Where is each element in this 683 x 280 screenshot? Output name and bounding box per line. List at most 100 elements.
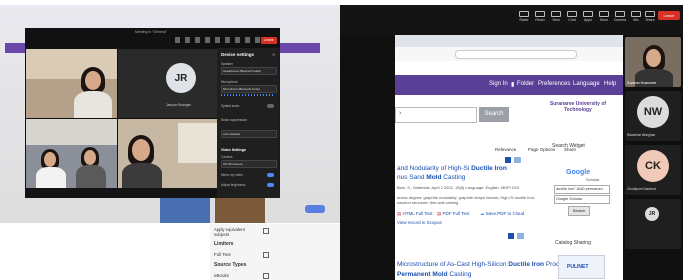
checkbox-apply[interactable] xyxy=(263,228,269,234)
widget-search-button[interactable]: Search xyxy=(568,206,590,216)
apply-equivalent-subjects[interactable]: Apply equivalent subjects xyxy=(214,227,260,237)
source-ebooks[interactable]: eBooks xyxy=(214,273,229,278)
toolbar-item-raise[interactable]: Raise xyxy=(518,11,530,22)
participant-name: Jatupon Ruangsri xyxy=(166,103,191,107)
limiter-full-text[interactable]: Full Text xyxy=(214,252,231,257)
folder-icon: ▮ xyxy=(511,82,515,88)
participant-face xyxy=(84,150,96,165)
folder-icon-result[interactable] xyxy=(514,157,521,163)
participant-tile-jr-right[interactable]: JR xyxy=(625,199,681,249)
hand-icon xyxy=(519,11,529,17)
grid-icon xyxy=(551,11,561,17)
checkbox-full-text[interactable] xyxy=(263,252,269,258)
sort-relevance[interactable]: Relevance xyxy=(495,147,516,152)
mirror-video-label: Mirror my video xyxy=(221,173,243,177)
toolbar-item-react[interactable]: React xyxy=(534,11,546,22)
spatial-audio-label: Spatial audio xyxy=(221,104,240,108)
mirror-video-toggle[interactable] xyxy=(267,173,274,177)
tile-wall xyxy=(26,119,118,145)
participant-face xyxy=(646,49,661,67)
apps-icon xyxy=(583,11,593,17)
filters-panel: Apply equivalent subjects Limiters Full … xyxy=(210,224,340,280)
result-title-1[interactable]: and Nodularity of High-Si Ductile Iron xyxy=(397,165,507,172)
toolbar-item-view[interactable]: View xyxy=(550,11,562,22)
nav-language[interactable]: Language xyxy=(573,81,600,87)
widget-source-select[interactable]: Google Scholar xyxy=(554,195,610,204)
avatar: JR xyxy=(645,207,659,221)
html-full-text-link[interactable]: ▤ HTML Full Text xyxy=(397,211,433,217)
meeting-bottom-strip xyxy=(25,188,239,198)
camera-label: Camera xyxy=(221,155,233,159)
toolbar-item-apps[interactable]: Apps xyxy=(582,11,594,22)
toolbar-item-more[interactable]: More xyxy=(598,11,610,22)
toolbar-item-mic[interactable]: Mic xyxy=(630,11,642,22)
leave-button-left[interactable]: Leave xyxy=(261,37,277,44)
bg-nav-strip xyxy=(5,43,25,53)
meeting-title: Meeting in "General" xyxy=(135,30,168,34)
participant-body xyxy=(76,165,106,189)
browser-tabbar xyxy=(395,35,623,47)
zoom-toolbar-right: Raise React View Chat Apps More Camera M… xyxy=(340,5,683,35)
bg-image-tile-2 xyxy=(215,198,265,223)
folder-add-icon[interactable] xyxy=(505,157,511,163)
device-settings-title: Device settings xyxy=(221,52,255,57)
catalog-sharing-title: Catalog Sharing xyxy=(555,240,591,246)
nav-help[interactable]: Help xyxy=(604,81,616,87)
search-widget: Search Widget Google Scholar ductile iro… xyxy=(552,143,612,223)
video-settings-label: Video Settings xyxy=(221,148,246,152)
view-scopus-link[interactable]: View record in Scopus xyxy=(397,220,442,225)
participant-name: Chootiporn Kaewrod xyxy=(627,187,657,191)
search-button[interactable]: Search xyxy=(479,107,509,122)
participant-tile-ck[interactable]: CK Chootiporn Kaewrod xyxy=(625,145,681,195)
camera-select[interactable]: HP HD Camera xyxy=(221,160,277,168)
microphone-select[interactable]: Microphone (Bluetooth Audio) xyxy=(221,85,277,93)
noise-select[interactable]: Auto (default) xyxy=(221,130,277,138)
toolbar-item-chat[interactable]: Chat xyxy=(566,11,578,22)
toolbar-item-camera[interactable]: Camera xyxy=(614,11,626,22)
leave-button-right[interactable]: Leave xyxy=(658,11,680,20)
bg-nav-strip-right xyxy=(280,43,320,53)
shared-window-margin xyxy=(340,35,395,280)
result-meta-1: Bian, S., Materials, April 2 2022, 15(8)… xyxy=(397,185,520,190)
bookmarks-bar xyxy=(395,61,623,75)
chat-fab[interactable] xyxy=(305,205,325,213)
speaker-select[interactable]: Headphones (Bluetooth Audio) xyxy=(221,67,277,75)
smile-icon xyxy=(535,11,545,17)
mic-icon xyxy=(631,11,641,17)
bg-image-tile xyxy=(160,198,210,223)
noise-suppression-label: Noise suppression xyxy=(221,118,248,122)
video-tile-woman-office[interactable] xyxy=(25,48,119,120)
result-title-2-line2[interactable]: Permanent Mold Casting xyxy=(397,271,471,278)
participant-tile-supanan[interactable]: Supanan Noomanee xyxy=(625,37,681,87)
nav-preferences[interactable]: Preferences xyxy=(538,81,570,87)
result-title-1-line2[interactable]: nus Sand Mold Casting xyxy=(397,174,465,181)
folder-icon-result-2[interactable] xyxy=(517,233,524,239)
pulinet-logo[interactable]: PULINET xyxy=(558,255,605,279)
save-pdf-cloud-link[interactable]: ☁ Save PDF to Cloud xyxy=(480,211,524,217)
speaker-label: Speaker xyxy=(221,62,233,66)
folder-add-icon-2[interactable] xyxy=(508,233,514,239)
toolbar-item-share[interactable]: Share xyxy=(644,11,656,22)
nav-sign-in[interactable]: Sign In xyxy=(489,81,508,87)
browser-addressbar xyxy=(395,47,623,62)
meeting-window: Meeting in "General" Leave JR Jatupon Ru… xyxy=(25,28,280,198)
mic-level-meter xyxy=(221,94,273,96)
library-navbar: Sign In ▮ Folder Preferences Language He… xyxy=(395,75,623,95)
pdf-full-text-link[interactable]: ▤ PDF Full Text xyxy=(437,211,469,217)
checkbox-ebooks[interactable] xyxy=(263,273,269,279)
avatar: NW xyxy=(637,96,669,128)
result-title-2[interactable]: Microstructure of As-Cast High-Silicon D… xyxy=(397,261,584,268)
meeting-toolbar-icons[interactable] xyxy=(175,37,265,43)
url-field[interactable] xyxy=(455,50,577,59)
nav-folder[interactable]: Folder xyxy=(517,81,534,87)
google-logo: Google xyxy=(566,169,591,176)
video-tile-group[interactable] xyxy=(25,118,119,190)
participant-tile-nw[interactable]: NW Niwatchai Wonghan xyxy=(625,91,681,141)
adjust-brightness-toggle[interactable] xyxy=(267,183,274,187)
microphone-label: Microphone xyxy=(221,80,238,84)
widget-query-input[interactable]: ductile iron" AND permanen xyxy=(554,185,610,194)
participant-body xyxy=(122,163,162,189)
search-input[interactable] xyxy=(395,107,477,123)
spatial-audio-toggle[interactable] xyxy=(267,104,274,108)
close-icon[interactable]: ✕ xyxy=(272,52,275,57)
